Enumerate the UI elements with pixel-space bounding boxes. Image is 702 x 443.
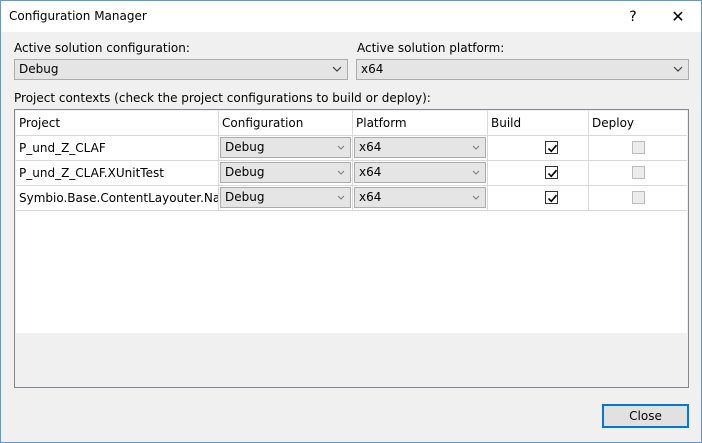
deploy-cell xyxy=(589,136,687,160)
deploy-cell xyxy=(589,186,687,210)
configuration-dropdown[interactable]: Debug xyxy=(220,137,351,158)
configuration-cell: Debug xyxy=(219,136,353,160)
deploy-checkbox[interactable] xyxy=(632,141,645,154)
close-icon: ✕ xyxy=(671,7,685,26)
build-checkbox[interactable] xyxy=(545,166,558,179)
active-platform-label: Active solution platform: xyxy=(357,41,505,55)
platform-dropdown[interactable]: x64 xyxy=(354,137,486,158)
build-checkbox[interactable] xyxy=(545,141,558,154)
chevron-down-icon xyxy=(471,192,481,202)
close-button[interactable]: Close xyxy=(602,404,689,428)
active-config-label: Active solution configuration: xyxy=(14,41,190,55)
chevron-down-icon xyxy=(336,192,346,202)
platform-value: x64 xyxy=(359,165,382,179)
configuration-value: Debug xyxy=(225,190,265,204)
platform-cell: x64 xyxy=(353,136,488,160)
active-platform-value: x64 xyxy=(361,62,384,76)
column-header-project[interactable]: Project xyxy=(16,111,219,135)
configuration-value: Debug xyxy=(225,140,265,154)
grid-content-area: Project Configuration Platform Build Dep… xyxy=(16,111,687,333)
platform-dropdown[interactable]: x64 xyxy=(354,162,486,183)
configuration-dropdown[interactable]: Debug xyxy=(220,187,351,208)
active-config-value: Debug xyxy=(19,62,59,76)
window-title: Configuration Manager xyxy=(9,9,147,23)
project-contexts-label: Project contexts (check the project conf… xyxy=(14,91,431,105)
chevron-down-icon xyxy=(336,167,346,177)
build-cell xyxy=(488,136,589,160)
configuration-cell: Debug xyxy=(219,186,353,210)
platform-cell: x64 xyxy=(353,161,488,185)
project-name: P_und_Z_CLAF xyxy=(16,136,219,160)
title-close-button[interactable]: ✕ xyxy=(655,1,701,32)
build-checkbox[interactable] xyxy=(545,191,558,204)
platform-value: x64 xyxy=(359,190,382,204)
chevron-down-icon xyxy=(336,142,346,152)
project-contexts-grid: Project Configuration Platform Build Dep… xyxy=(14,109,689,388)
column-header-deploy[interactable]: Deploy xyxy=(589,111,687,135)
deploy-checkbox[interactable] xyxy=(632,191,645,204)
help-icon: ? xyxy=(629,8,637,25)
check-icon xyxy=(547,169,558,178)
project-name: P_und_Z_CLAF.XUnitTest xyxy=(16,161,219,185)
grid-header: Project Configuration Platform Build Dep… xyxy=(16,111,687,136)
project-name: Symbio.Base.ContentLayouter.Native xyxy=(16,186,219,210)
deploy-checkbox[interactable] xyxy=(632,166,645,179)
active-config-dropdown[interactable]: Debug xyxy=(14,59,348,80)
title-bar: Configuration Manager ? ✕ xyxy=(1,1,701,32)
build-cell xyxy=(488,161,589,185)
active-platform-dropdown[interactable]: x64 xyxy=(356,59,689,80)
platform-dropdown[interactable]: x64 xyxy=(354,187,486,208)
configuration-value: Debug xyxy=(225,165,265,179)
chevron-down-icon xyxy=(471,167,481,177)
check-icon xyxy=(547,144,558,153)
chevron-down-icon xyxy=(332,64,342,74)
column-header-configuration[interactable]: Configuration xyxy=(219,111,353,135)
table-row: Symbio.Base.ContentLayouter.Native Debug… xyxy=(16,186,687,211)
build-cell xyxy=(488,186,589,210)
column-header-platform[interactable]: Platform xyxy=(353,111,488,135)
platform-value: x64 xyxy=(359,140,382,154)
configuration-dropdown[interactable]: Debug xyxy=(220,162,351,183)
check-icon xyxy=(547,194,558,203)
platform-cell: x64 xyxy=(353,186,488,210)
deploy-cell xyxy=(589,161,687,185)
chevron-down-icon xyxy=(673,64,683,74)
chevron-down-icon xyxy=(471,142,481,152)
table-row: P_und_Z_CLAF.XUnitTest Debug x64 xyxy=(16,161,687,186)
help-button[interactable]: ? xyxy=(610,1,656,32)
configuration-cell: Debug xyxy=(219,161,353,185)
column-header-build[interactable]: Build xyxy=(488,111,589,135)
configuration-manager-dialog: Configuration Manager ? ✕ Active solutio… xyxy=(0,0,702,443)
table-row: P_und_Z_CLAF Debug x64 xyxy=(16,136,687,161)
